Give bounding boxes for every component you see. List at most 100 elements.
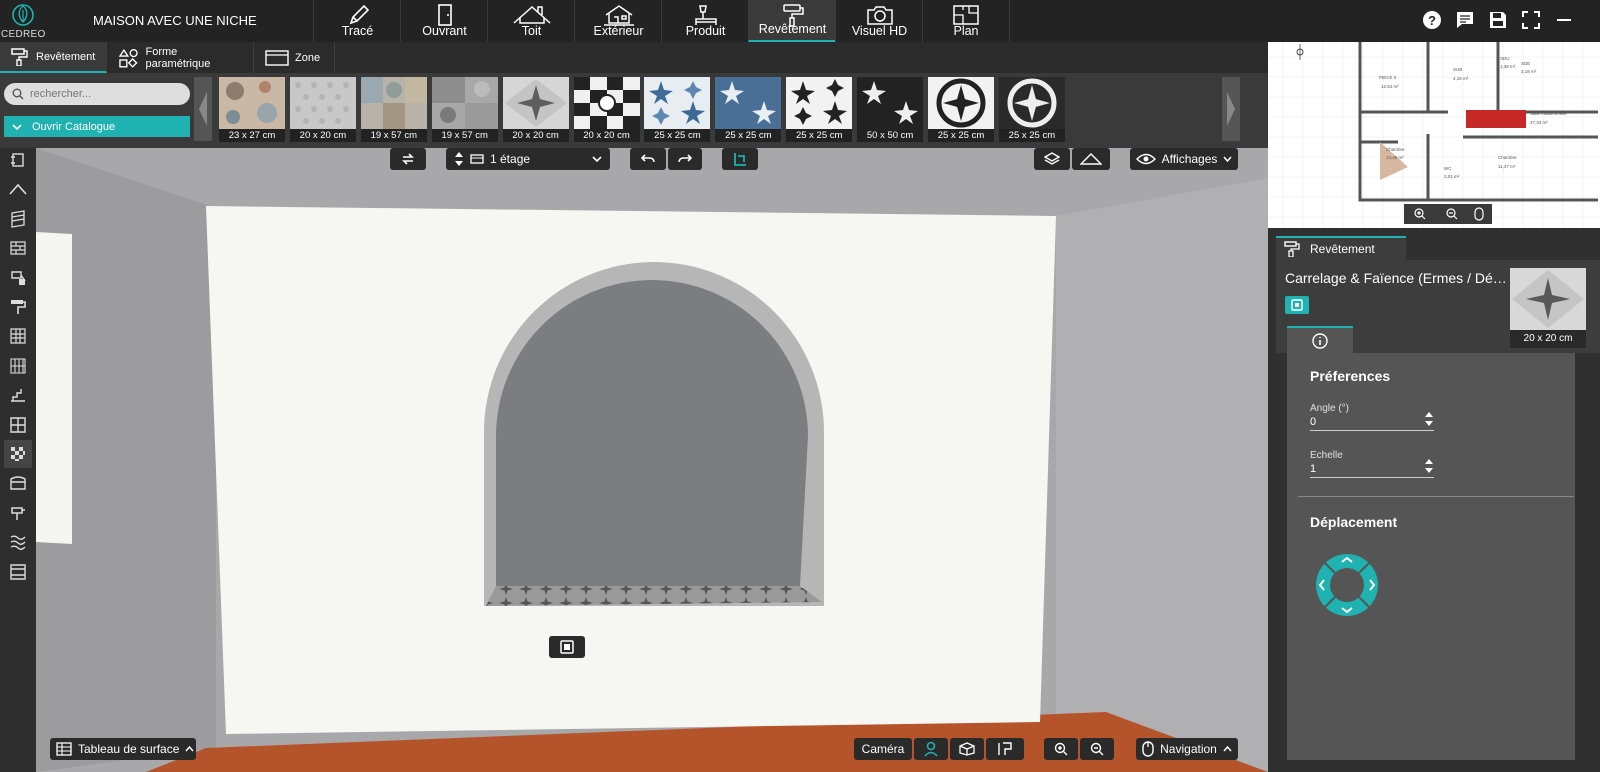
material-edit-button[interactable] (1285, 296, 1309, 314)
stepper-icon[interactable] (1424, 411, 1434, 427)
tab-plan[interactable]: Plan (922, 0, 1010, 42)
left-tool-button[interactable] (4, 146, 32, 174)
scale-field[interactable]: Echelle 1 (1310, 450, 1434, 478)
left-tool-button[interactable] (4, 205, 32, 233)
layers-button[interactable] (1034, 148, 1070, 170)
left-tool-button[interactable] (4, 499, 32, 527)
left-tool-button[interactable] (4, 528, 32, 556)
left-tool-button[interactable] (4, 175, 32, 203)
tab-visuel-hd[interactable]: Visuel HD (835, 0, 923, 42)
help-icon[interactable]: ? (1422, 10, 1442, 30)
left-tool-button[interactable] (4, 469, 32, 497)
catalog-thumb[interactable]: 19 x 57 cm (360, 77, 427, 142)
comment-icon[interactable] (1455, 10, 1475, 30)
minimap[interactable]: PIECE 0 12,54 m² SUB 4,16 m² SDU 1,38 m² SDE 3,… (1268, 42, 1600, 228)
left-tool-button[interactable] (4, 293, 32, 321)
subtab-forme-parametrique[interactable]: Forme paramétrique (108, 42, 254, 73)
subtab-label: Forme paramétrique (145, 45, 211, 70)
left-tool-button[interactable] (4, 411, 32, 439)
search-input[interactable] (30, 88, 170, 100)
catalog-thumb[interactable]: 19 x 57 cm (431, 77, 498, 142)
catalog-thumb[interactable]: 25 x 25 cm (715, 77, 782, 142)
catalog-thumb[interactable]: 25 x 25 cm (998, 77, 1065, 142)
surface-edit-button[interactable] (549, 636, 585, 658)
minimap-zoom-in-icon[interactable] (1414, 208, 1426, 220)
fullscreen-icon[interactable] (1521, 10, 1541, 30)
swap-view-button[interactable] (390, 148, 426, 170)
tab-toit[interactable]: Toit (487, 0, 575, 42)
undo-button[interactable] (630, 148, 666, 170)
left-tool-button[interactable] (4, 381, 32, 409)
angle-field[interactable]: Angle (°) 0 (1310, 403, 1434, 431)
catalog-thumb[interactable]: 25 x 25 cm (786, 77, 853, 142)
tab-exterieur[interactable]: Extérieur (574, 0, 662, 42)
left-tool-button[interactable] (4, 234, 32, 262)
search-box[interactable] (4, 83, 190, 105)
tab-trace[interactable]: Tracé (313, 0, 401, 42)
subtab-revetement[interactable]: Revêtement (0, 42, 107, 73)
room-label: 4,16 m² (1453, 76, 1469, 81)
window-tile-icon (10, 416, 26, 433)
save-icon[interactable] (1488, 10, 1508, 30)
camera-person-button[interactable] (914, 738, 948, 760)
subtab-label: Zone (295, 51, 321, 64)
tab-produit[interactable]: Produit (661, 0, 749, 42)
room-label: SDU (1500, 56, 1510, 61)
catalog-thumb[interactable]: 20 x 20 cm (502, 77, 569, 142)
open-catalog-button[interactable]: Ouvrir Catalogue (4, 116, 190, 137)
cedreo-logo: CEDREO (0, 0, 46, 42)
zoom-out-icon (1090, 742, 1104, 756)
redo-button[interactable] (668, 148, 702, 170)
move-pad[interactable] (1312, 552, 1382, 618)
zoom-in-button[interactable] (1044, 738, 1078, 760)
angle-value[interactable]: 0 (1310, 416, 1434, 430)
zoom-out-button[interactable] (1080, 738, 1114, 760)
tab-label: Extérieur (593, 24, 644, 38)
camera-plan-button[interactable] (986, 738, 1024, 760)
catalog-thumb[interactable]: 50 x 50 cm (857, 77, 924, 142)
subtab-label: Revêtement (36, 50, 96, 63)
wall-covering-icon (11, 210, 25, 228)
tab-ouvrant[interactable]: Ouvrant (400, 0, 488, 42)
left-tool-button[interactable] (4, 352, 32, 380)
side-window (36, 232, 72, 544)
camera-3d-button[interactable] (950, 738, 984, 760)
stepper-icon[interactable] (1424, 458, 1434, 474)
material-title: Carrelage & Faïence (Ermes / Dé… (1285, 270, 1507, 286)
info-tab[interactable] (1287, 326, 1353, 353)
tab-revetement[interactable]: Revêtement (748, 0, 836, 42)
material-thumbnail[interactable]: 20 x 20 cm (1510, 268, 1586, 348)
surface-table-button[interactable]: Tableau de surface (50, 738, 196, 760)
floor-select[interactable]: 1 étage (446, 148, 610, 170)
panel-tab-revetement[interactable]: Revêtement (1276, 236, 1406, 260)
catalog-thumb[interactable]: 23 x 27 cm (219, 77, 285, 142)
catalog-prev-button[interactable] (194, 77, 212, 141)
thumb-size-label: 25 x 25 cm (644, 129, 711, 142)
paint-tool-button[interactable] (722, 148, 758, 170)
catalog-thumb[interactable]: 25 x 25 cm (928, 77, 994, 142)
subtab-zone[interactable]: Zone (255, 42, 335, 73)
catalog-thumb[interactable]: 20 x 20 cm (573, 77, 640, 142)
navigation-button[interactable]: Navigation (1136, 738, 1238, 760)
leaf-icon (12, 4, 34, 26)
minimap-mouse-button[interactable] (1466, 204, 1492, 224)
thumb-size-label: 50 x 50 cm (857, 129, 924, 142)
navigation-label: Navigation (1160, 742, 1217, 756)
3d-viewport[interactable]: 1 étage Affichages Tableau de surface Ca… (36, 148, 1268, 772)
tile-swatch (998, 77, 1065, 129)
room-label: 37,33 m² (1530, 120, 1548, 125)
left-tool-button[interactable] (4, 558, 32, 586)
catalog-next-button[interactable] (1222, 77, 1240, 141)
minimap-zoom-out-icon[interactable] (1446, 208, 1458, 220)
display-options-button[interactable]: Affichages (1130, 148, 1238, 170)
catalog-thumb[interactable]: 25 x 25 cm (644, 77, 711, 142)
left-tool-button[interactable] (4, 264, 32, 292)
left-tool-button[interactable] (4, 322, 32, 350)
chevron-down-icon (1223, 156, 1232, 162)
left-tool-button[interactable] (4, 440, 32, 468)
scale-value[interactable]: 1 (1310, 463, 1434, 477)
paint-bucket-icon (11, 270, 26, 285)
catalog-thumb[interactable]: 20 x 20 cm (289, 77, 356, 142)
minimize-icon[interactable] (1554, 10, 1574, 30)
roof-view-button[interactable] (1072, 148, 1110, 170)
